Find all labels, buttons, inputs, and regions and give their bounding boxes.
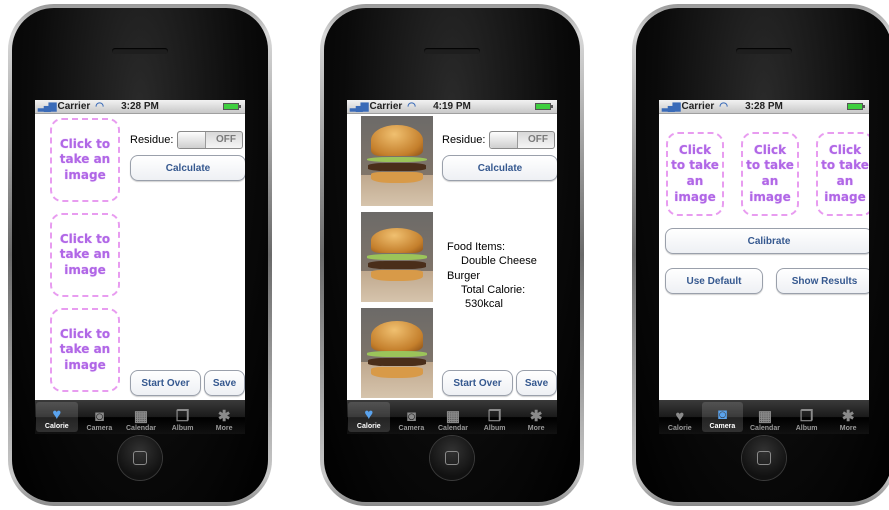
- burger-photo-1[interactable]: [361, 116, 433, 206]
- tab-calorie[interactable]: ♥ Calorie: [36, 402, 78, 432]
- status-time: 4:19 PM: [433, 101, 471, 112]
- phone-3: ▂▄▆ Carrier ◠ 3:28 PM Click to take an ima…: [632, 4, 889, 506]
- image-slot-1[interactable]: Click to take an image: [666, 132, 724, 216]
- image-slot-2[interactable]: Click to take an image: [741, 132, 799, 216]
- food-items-label: Food Items:: [447, 241, 506, 253]
- speaker-grille: [112, 48, 168, 54]
- calculate-button[interactable]: Calculate: [442, 155, 557, 181]
- residue-label: Residue:: [130, 134, 174, 146]
- use-default-button[interactable]: Use Default: [665, 268, 763, 294]
- residue-toggle[interactable]: OFF: [177, 131, 243, 149]
- tab-calorie[interactable]: ♥ Calorie: [659, 400, 701, 434]
- home-square-icon: [445, 451, 459, 465]
- phone-1: ▂▄▆ Carrier ◠ 3:28 PM Click to take an ima…: [8, 4, 272, 506]
- gears-icon: ✱: [529, 408, 543, 425]
- heart-icon: ♥: [675, 408, 685, 425]
- toggle-knob: [490, 132, 518, 148]
- phone-2: ▂▄▆ Carrier ◠ 4:19 PM Residue: OFF Calcu…: [320, 4, 584, 506]
- battery-icon: [535, 103, 553, 110]
- tab-album[interactable]: ❐ Album: [786, 400, 828, 434]
- total-calorie-value: 530kcal: [465, 298, 503, 311]
- battery-icon: [847, 103, 865, 110]
- speaker-grille: [424, 48, 480, 54]
- battery-icon: [223, 103, 241, 110]
- heart-icon: ♥: [364, 406, 374, 423]
- speaker-grille: [736, 48, 792, 54]
- tab-calendar[interactable]: ▦ Calendar: [432, 400, 474, 434]
- tab-calorie[interactable]: ♥ Calorie: [348, 402, 390, 432]
- calendar-icon: ▦: [445, 408, 461, 425]
- image-slot-3[interactable]: Click to take an image: [50, 308, 120, 392]
- show-results-button[interactable]: Show Results: [776, 268, 869, 294]
- home-button[interactable]: [742, 436, 786, 480]
- toggle-knob: [178, 132, 206, 148]
- screen-main: ▂▄▆ Carrier ◠ 3:28 PM Click to take an ima…: [35, 100, 245, 434]
- tab-bar: ♥ Calorie ◙ Camera ▦ Calendar ❐ Album ✱ More: [35, 400, 245, 434]
- status-bar: ▂▄▆ Carrier ◠ 4:19 PM: [347, 100, 557, 114]
- tab-camera[interactable]: ◙ Camera: [701, 402, 744, 432]
- tab-more[interactable]: ✱ More: [515, 400, 557, 434]
- tab-camera[interactable]: ◙ Camera: [79, 400, 121, 434]
- tab-album[interactable]: ❐ Album: [474, 400, 516, 434]
- calibrate-button[interactable]: Calibrate: [665, 228, 869, 254]
- save-button[interactable]: Save: [516, 370, 557, 396]
- calendar-icon: ▦: [757, 408, 773, 425]
- toggle-state: OFF: [216, 134, 236, 145]
- total-calorie-label: Total Calorie:: [461, 283, 526, 296]
- tab-more[interactable]: ✱ More: [203, 400, 245, 434]
- calendar-icon: ▦: [133, 408, 149, 425]
- tab-album[interactable]: ❐ Album: [162, 400, 204, 434]
- camera-icon: ◙: [406, 408, 416, 425]
- tab-calendar[interactable]: ▦ Calendar: [744, 400, 786, 434]
- status-time: 3:28 PM: [121, 101, 159, 112]
- tab-camera[interactable]: ◙ Camera: [391, 400, 433, 434]
- camera-icon: ◙: [717, 406, 727, 423]
- tab-more[interactable]: ✱ More: [827, 400, 869, 434]
- image-slot-1[interactable]: Click to take an image: [50, 118, 120, 202]
- status-bar: ▂▄▆ Carrier ◠ 3:28 PM: [659, 100, 869, 114]
- tab-bar: ♥ Calorie ◙ Camera ▦ Calendar ❐ Album ✱ More: [347, 400, 557, 434]
- camera-icon: ◙: [94, 408, 104, 425]
- image-slot-3[interactable]: Click to take an image: [816, 132, 869, 216]
- screen-calibrate: ▂▄▆ Carrier ◠ 3:28 PM Click to take an ima…: [659, 100, 869, 434]
- status-time: 3:28 PM: [745, 101, 783, 112]
- calculate-button[interactable]: Calculate: [130, 155, 245, 181]
- food-name-line-1: Double Cheese: [461, 255, 537, 268]
- screen-results: ▂▄▆ Carrier ◠ 4:19 PM Residue: OFF Calcu…: [347, 100, 557, 434]
- home-square-icon: [757, 451, 771, 465]
- toggle-state: OFF: [528, 134, 548, 145]
- save-button[interactable]: Save: [204, 370, 245, 396]
- start-over-button[interactable]: Start Over: [442, 370, 513, 396]
- burger-photo-3[interactable]: [361, 308, 433, 398]
- calorie-result: Food Items: Double Cheese Burger Total C…: [447, 240, 557, 311]
- food-name-line-2: Burger: [447, 269, 481, 282]
- album-icon: ❐: [487, 408, 502, 425]
- status-bar: ▂▄▆ Carrier ◠ 3:28 PM: [35, 100, 245, 114]
- album-icon: ❐: [175, 408, 190, 425]
- image-slot-2[interactable]: Click to take an image: [50, 213, 120, 297]
- start-over-button[interactable]: Start Over: [130, 370, 201, 396]
- burger-photo-2[interactable]: [361, 212, 433, 302]
- home-button[interactable]: [430, 436, 474, 480]
- album-icon: ❐: [799, 408, 814, 425]
- heart-icon: ♥: [52, 406, 62, 423]
- home-button[interactable]: [118, 436, 162, 480]
- home-square-icon: [133, 451, 147, 465]
- tab-bar: ♥ Calorie ◙ Camera ▦ Calendar ❐ Album ✱ More: [659, 400, 869, 434]
- gears-icon: ✱: [841, 408, 855, 425]
- tab-calendar[interactable]: ▦ Calendar: [120, 400, 162, 434]
- gears-icon: ✱: [217, 408, 231, 425]
- residue-label: Residue:: [442, 134, 486, 146]
- residue-toggle[interactable]: OFF: [489, 131, 555, 149]
